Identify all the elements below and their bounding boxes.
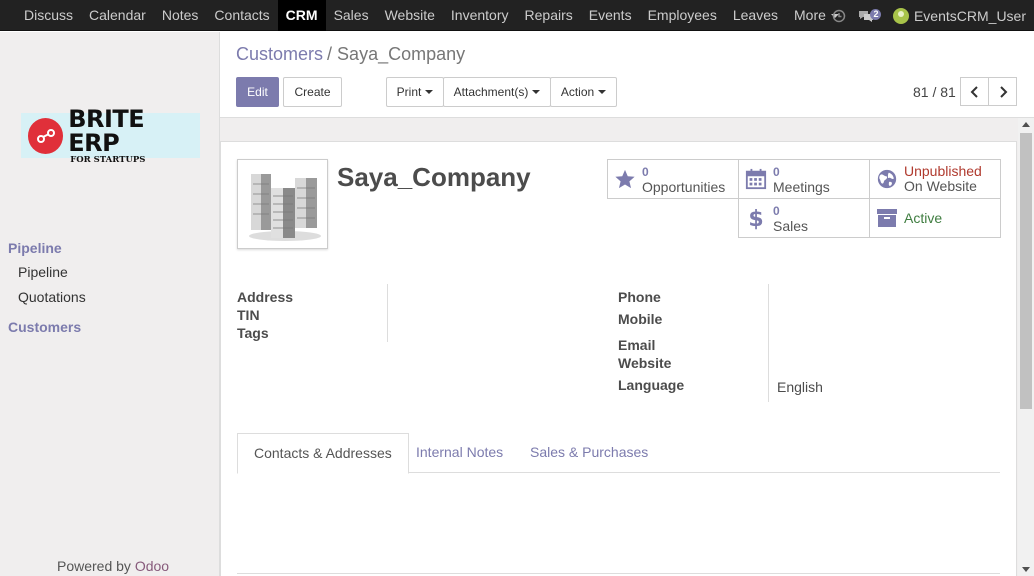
pager-next-button[interactable] — [988, 77, 1017, 106]
logo-title: BRITE ERP — [68, 104, 145, 157]
action-dropdown[interactable]: Action — [550, 77, 617, 107]
caret-down-icon — [425, 90, 434, 94]
sidebar: BRITE ERP FOR STARTUPS Pipeline Pipeline… — [0, 32, 220, 576]
action-label: Action — [560, 85, 595, 99]
logo-mark-icon — [28, 117, 64, 154]
attachments-dropdown[interactable]: Attachment(s) — [443, 77, 551, 107]
menu-inventory[interactable]: Inventory — [443, 0, 517, 31]
meetings-count: 0 — [773, 164, 780, 179]
scroll-thumb[interactable] — [1020, 133, 1032, 409]
sales-count: 0 — [773, 203, 780, 218]
mobile-label: Mobile — [618, 311, 663, 327]
breadcrumb-current: Saya_Company — [337, 44, 466, 64]
menu-crm[interactable]: CRM — [277, 0, 326, 31]
svg-text:$: $ — [748, 207, 763, 230]
messages-button[interactable]: 2 — [853, 0, 887, 31]
menu-website[interactable]: Website — [377, 0, 443, 31]
dollar-icon: $ — [739, 206, 773, 230]
top-navbar: Discuss Calendar Notes Contacts CRM Sale… — [0, 0, 1034, 31]
menu-employees[interactable]: Employees — [640, 0, 725, 31]
odoo-link[interactable]: Odoo — [135, 558, 169, 574]
breadcrumb-customers[interactable]: Customers — [236, 44, 323, 64]
systray: 2 EventsCRM_User — [825, 0, 1034, 31]
caret-down-icon — [532, 90, 541, 94]
powered-by-text: Powered by — [57, 558, 131, 574]
star-icon — [608, 168, 642, 190]
opportunities-label: Opportunities — [642, 178, 726, 195]
tab-internal-notes[interactable]: Internal Notes — [416, 433, 503, 473]
language-label: Language — [618, 377, 685, 393]
company-name: Saya_Company — [337, 162, 531, 192]
attachments-label: Attachment(s) — [453, 85, 529, 99]
archive-icon — [870, 208, 904, 228]
breadcrumb-separator: / — [327, 44, 333, 64]
sidebar-item-quotations[interactable]: Quotations — [18, 289, 86, 305]
meetings-button[interactable]: 0 Meetings — [738, 159, 870, 199]
vertical-scrollbar[interactable] — [1018, 118, 1034, 576]
sidebar-section-pipeline[interactable]: Pipeline — [8, 240, 62, 256]
print-dropdown[interactable]: Print — [386, 77, 444, 107]
user-avatar — [892, 7, 909, 24]
menu-contacts[interactable]: Contacts — [206, 0, 277, 31]
sales-button[interactable]: $ 0 Sales — [738, 198, 870, 238]
menu-calendar[interactable]: Calendar — [81, 0, 154, 31]
menu-discuss[interactable]: Discuss — [16, 0, 81, 31]
phone-label: Phone — [618, 289, 661, 305]
address-label: Address — [237, 289, 294, 305]
email-label: Email — [618, 337, 656, 353]
message-count-badge: 2 — [870, 9, 882, 20]
pager-previous-button[interactable] — [960, 77, 989, 106]
scroll-down-icon[interactable] — [1022, 567, 1030, 572]
chevron-right-icon — [999, 85, 1007, 98]
website-field-label: Website — [618, 355, 672, 371]
language-value: English — [777, 379, 823, 395]
sales-label: Sales — [773, 217, 809, 234]
active-toggle-button[interactable]: Active — [869, 198, 1001, 238]
logo-subtitle: FOR STARTUPS — [70, 154, 146, 165]
notebook-tabs: Contacts & Addresses Internal Notes Sale… — [237, 433, 1000, 474]
website-publish-button[interactable]: Unpublished On Website — [869, 159, 1001, 199]
powered-by: Powered by Odoo — [57, 558, 169, 574]
create-button[interactable]: Create — [283, 77, 342, 107]
app-menu: Discuss Calendar Notes Contacts CRM Sale… — [0, 0, 847, 31]
field-divider — [768, 284, 769, 402]
scroll-up-icon[interactable] — [1022, 122, 1030, 127]
chevron-left-icon — [970, 85, 978, 98]
tab-sales-purchases[interactable]: Sales & Purchases — [530, 433, 648, 473]
globe-icon — [870, 168, 904, 190]
menu-events[interactable]: Events — [581, 0, 640, 31]
tab-contacts-addresses[interactable]: Contacts & Addresses — [237, 433, 409, 474]
sidebar-section-customers[interactable]: Customers — [8, 319, 81, 335]
user-menu[interactable]: EventsCRM_User — [887, 0, 1034, 31]
user-name: EventsCRM_User — [913, 7, 1026, 24]
activity-clock-icon[interactable] — [825, 0, 853, 31]
calendar-icon — [739, 168, 773, 190]
tin-label: TIN — [237, 307, 260, 323]
website-label: On Website — [904, 178, 977, 194]
caret-down-icon — [598, 90, 607, 94]
menu-repairs[interactable]: Repairs — [517, 0, 581, 31]
company-logo[interactable]: BRITE ERP FOR STARTUPS — [21, 107, 200, 164]
menu-notes[interactable]: Notes — [154, 0, 207, 31]
breadcrumb: Customers / Saya_Company — [236, 44, 465, 65]
menu-more-label: More — [794, 6, 826, 23]
active-label: Active — [904, 209, 943, 226]
opportunities-button[interactable]: 0 Opportunities — [607, 159, 739, 199]
opportunities-count: 0 — [642, 164, 649, 179]
logo-wordmark: BRITE ERP FOR STARTUPS — [68, 107, 200, 165]
company-buildings-icon — [248, 174, 321, 241]
control-panel: Customers / Saya_Company Edit Create Print… — [220, 32, 1034, 118]
pager-value: 81 / 81 — [913, 84, 956, 100]
menu-sales[interactable]: Sales — [326, 0, 377, 31]
sidebar-item-pipeline[interactable]: Pipeline — [18, 264, 68, 280]
edit-button[interactable]: Edit — [236, 77, 279, 107]
tab-content-border — [237, 573, 1000, 574]
meetings-label: Meetings — [773, 178, 830, 195]
field-divider — [387, 284, 388, 342]
company-image[interactable] — [237, 159, 328, 249]
website-status: Unpublished — [904, 163, 982, 179]
tags-label: Tags — [237, 325, 269, 341]
print-label: Print — [396, 85, 422, 99]
menu-leaves[interactable]: Leaves — [725, 0, 786, 31]
